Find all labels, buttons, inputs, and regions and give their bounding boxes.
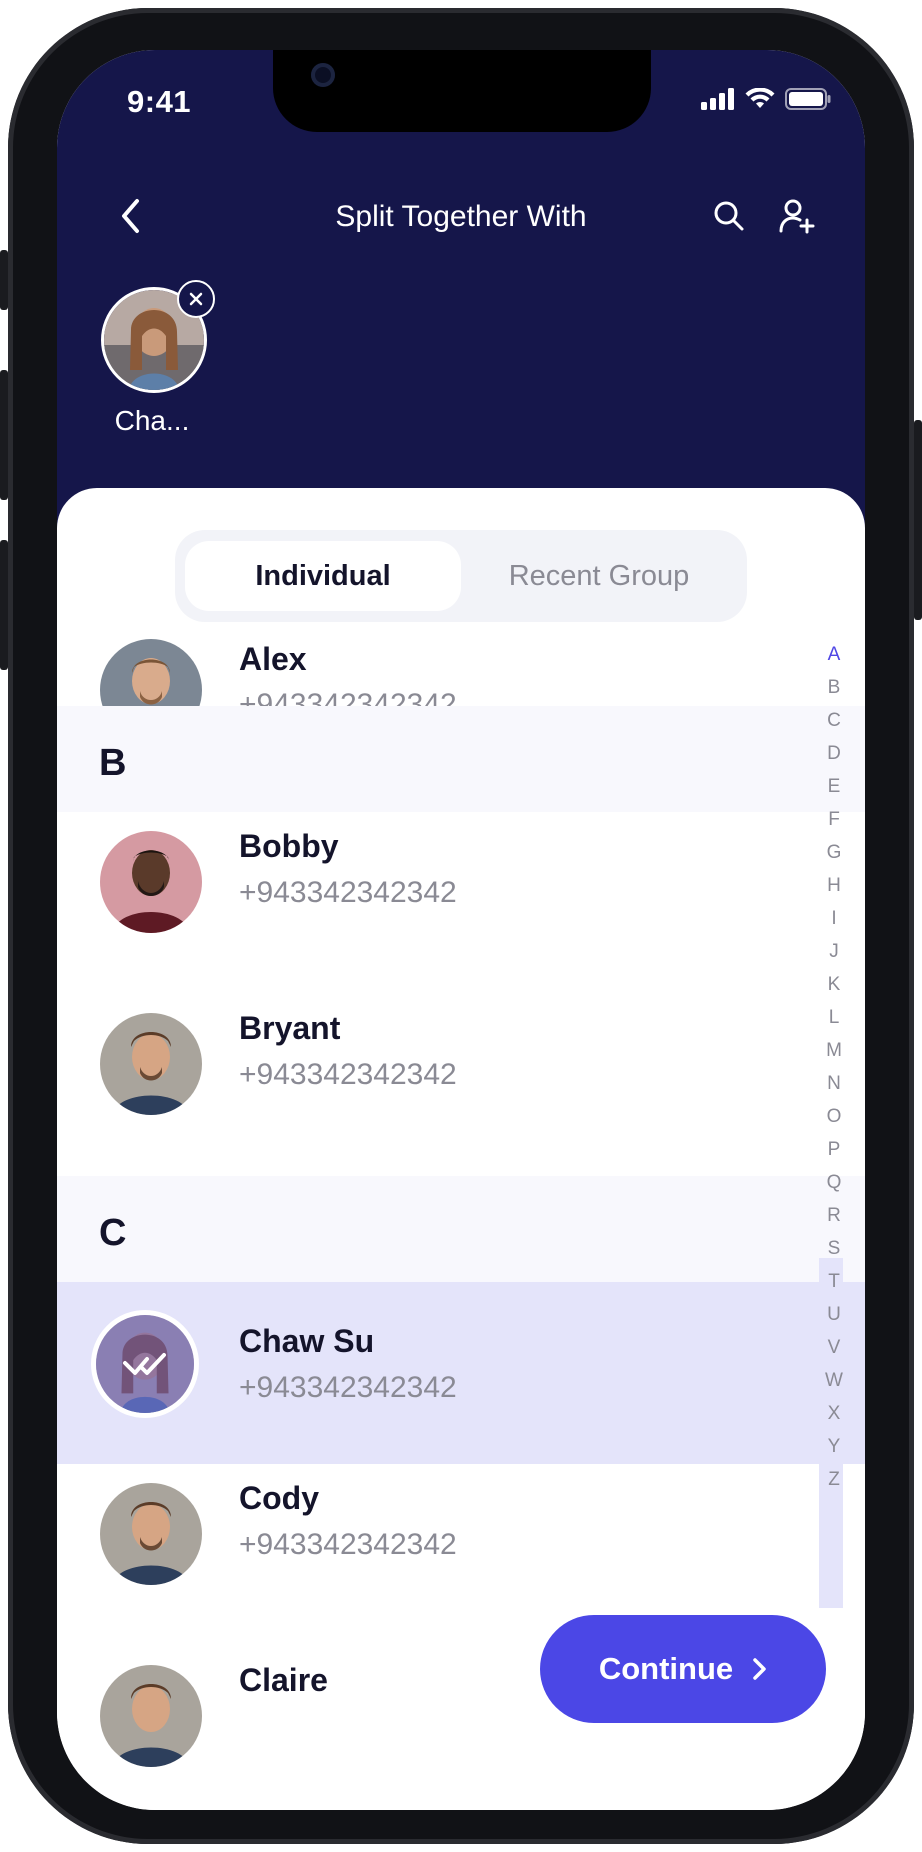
contact-name: Bryant: [239, 1010, 341, 1046]
chevron-right-icon: [753, 1658, 766, 1680]
contact-phone: +943342342342: [239, 1528, 457, 1561]
avatar: [91, 1310, 199, 1418]
check-icon: [123, 1353, 166, 1375]
avatar: [100, 1665, 202, 1767]
alphabet-index-letter[interactable]: P: [819, 1139, 849, 1161]
device-volume-up: [0, 370, 8, 500]
status-time: 9:41: [127, 84, 192, 119]
alphabet-index-letter[interactable]: O: [819, 1106, 849, 1128]
section-header: B: [57, 706, 865, 812]
contact-phone: +943342342342: [239, 1371, 457, 1404]
avatar: [100, 1483, 202, 1585]
alphabet-index-letter[interactable]: C: [819, 710, 849, 732]
alphabet-index-letter[interactable]: K: [819, 974, 849, 996]
alphabet-index-letter[interactable]: U: [819, 1304, 849, 1326]
contact-row-bryant[interactable]: Bryant +943342342342: [57, 994, 865, 1176]
add-user-button[interactable]: [775, 194, 819, 238]
alphabet-index-letter[interactable]: W: [819, 1370, 849, 1392]
remove-selected-button[interactable]: [177, 280, 215, 318]
camera-icon: [311, 63, 335, 87]
contact-name: Alex: [239, 641, 307, 677]
avatar: [100, 1013, 202, 1115]
contact-phone: +943342342342: [239, 876, 457, 909]
battery-icon: [785, 88, 831, 110]
alphabet-index-letter[interactable]: T: [819, 1271, 849, 1293]
search-icon: [714, 201, 744, 231]
continue-label: Continue: [598, 1651, 734, 1686]
device-volume-down: [0, 540, 8, 670]
alphabet-index-letter[interactable]: H: [819, 875, 849, 897]
contact-name: Cody: [239, 1480, 319, 1516]
continue-button[interactable]: Continue: [540, 1615, 826, 1723]
contact-phone: +943342342342: [239, 1058, 457, 1091]
segmented-control: Individual Recent Group: [175, 530, 747, 622]
alphabet-index-letter[interactable]: Z: [819, 1469, 849, 1491]
alphabet-index-letter[interactable]: R: [819, 1205, 849, 1227]
contact-row-chaw-su[interactable]: Chaw Su +943342342342: [57, 1282, 865, 1464]
dynamic-island: [273, 50, 651, 132]
alphabet-index-letter[interactable]: Y: [819, 1436, 849, 1458]
selected-overlay: [96, 1315, 194, 1413]
phone-screen: 9:41 Split Together With Cha... Individu…: [57, 50, 865, 1810]
contact-name: Claire: [239, 1662, 328, 1698]
alphabet-index-letter[interactable]: D: [819, 743, 849, 765]
device-power-button: [914, 420, 922, 620]
alphabet-index-letter[interactable]: N: [819, 1073, 849, 1095]
alphabet-index-letter[interactable]: M: [819, 1040, 849, 1062]
alphabet-index-letter[interactable]: Q: [819, 1172, 849, 1194]
tab-individual[interactable]: Individual: [185, 541, 461, 611]
nav-bar: Split Together With: [57, 180, 865, 250]
contact-row-bobby[interactable]: Bobby +943342342342: [57, 812, 865, 994]
alphabet-index-letter[interactable]: G: [819, 842, 849, 864]
tab-recent-group[interactable]: Recent Group: [461, 541, 737, 611]
contacts-sheet: Individual Recent Group Alex +9433423423…: [57, 488, 865, 1810]
alphabet-index-letter[interactable]: J: [819, 941, 849, 963]
alphabet-index-letter[interactable]: X: [819, 1403, 849, 1425]
contact-name: Bobby: [239, 828, 339, 864]
alphabet-index-letter[interactable]: I: [819, 908, 849, 930]
close-icon: [189, 292, 203, 306]
alphabet-index-letter[interactable]: S: [819, 1238, 849, 1260]
wifi-icon: [745, 88, 775, 108]
alphabet-index-letter[interactable]: F: [819, 809, 849, 831]
device-silent-switch: [0, 250, 8, 310]
selected-contact-label: Cha...: [114, 405, 190, 436]
alphabet-index-letter[interactable]: A: [819, 644, 849, 666]
alphabet-index-letter[interactable]: L: [819, 1007, 849, 1029]
status-icons: [701, 88, 831, 110]
alphabet-index-letter[interactable]: B: [819, 677, 849, 699]
section-letter: B: [99, 742, 127, 784]
signal-icon: [701, 88, 734, 110]
alphabet-index-letter[interactable]: V: [819, 1337, 849, 1359]
search-button[interactable]: [707, 194, 751, 238]
section-letter: C: [99, 1212, 127, 1254]
contact-name: Chaw Su: [239, 1323, 375, 1359]
add-user-icon: [779, 199, 815, 234]
avatar: [100, 831, 202, 933]
section-header: C: [57, 1176, 865, 1282]
alphabet-index-letter[interactable]: E: [819, 776, 849, 798]
